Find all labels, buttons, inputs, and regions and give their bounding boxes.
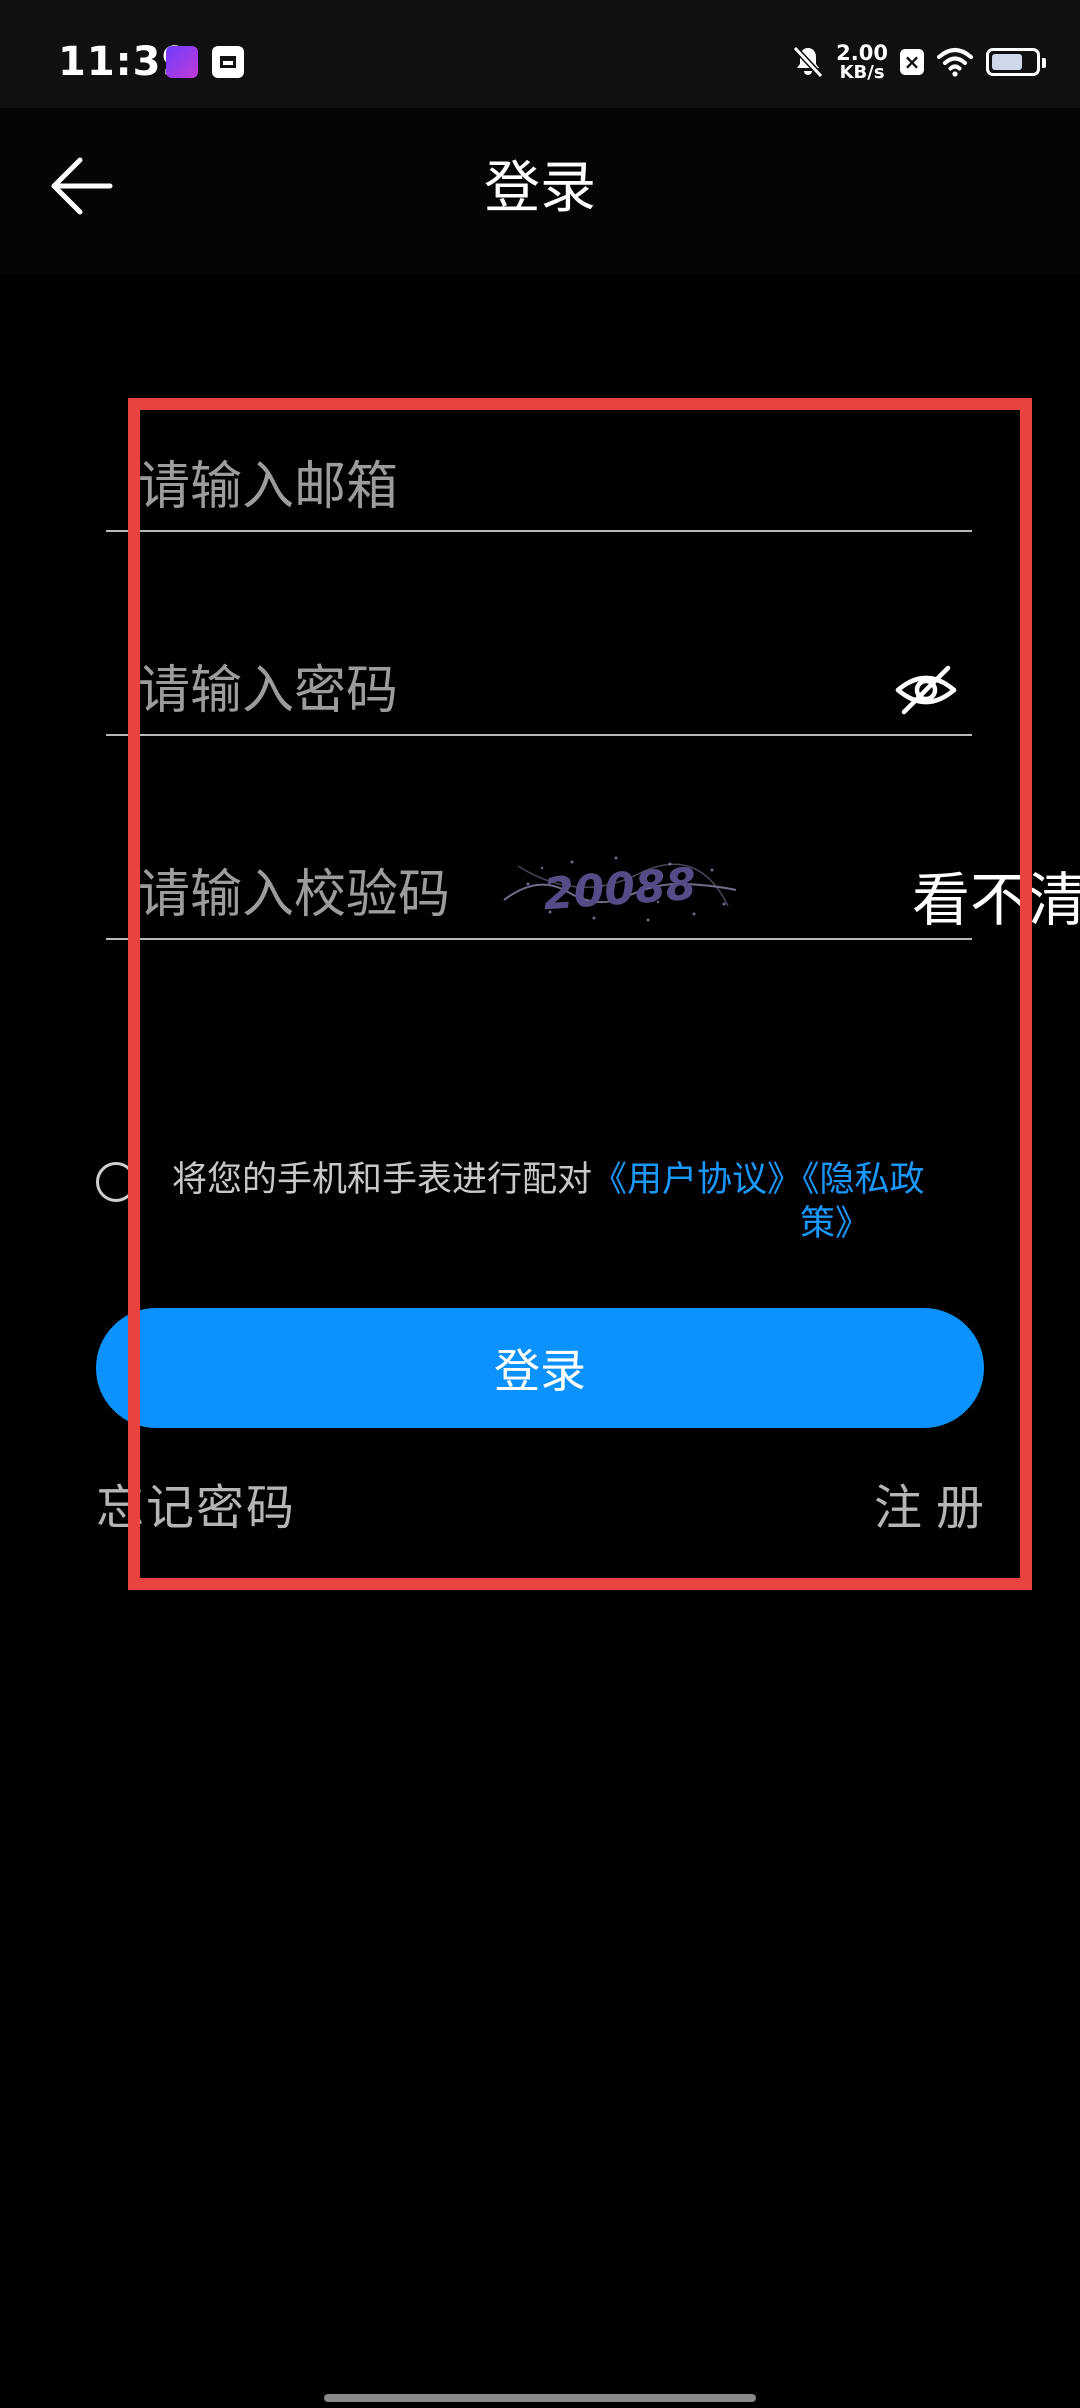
mute-bell-icon [792, 45, 824, 79]
eye-off-icon[interactable] [894, 662, 958, 718]
battery-level [992, 54, 1023, 70]
app-notification-icon [166, 46, 198, 78]
captcha-input[interactable] [138, 852, 498, 938]
agreement-checkbox[interactable] [96, 1162, 136, 1202]
battery-icon [986, 48, 1046, 76]
captcha-field-row: 20088 看不清 [106, 852, 1080, 940]
net-speed-value: 2.00 [836, 41, 888, 65]
privacy-policy-link[interactable]: 《隐私政 [802, 1160, 925, 1200]
password-field[interactable] [138, 648, 838, 734]
net-speed-unit: KB/s [839, 62, 885, 83]
page-title: 登录 [484, 156, 596, 221]
email-field-row [106, 444, 972, 532]
app-box-icon [212, 46, 244, 78]
net-speed: 2.00 KB/s [836, 42, 888, 82]
email-field[interactable] [138, 444, 938, 530]
home-indicator[interactable] [324, 2394, 756, 2402]
login-button[interactable]: 登录 [96, 1308, 984, 1428]
status-indicators: 2.00 KB/s × [792, 40, 1046, 84]
x-box-icon: × [900, 49, 924, 75]
agreement-text: 将您的手机和手表进行配对《用户协议》《隐私政 [172, 1158, 942, 1202]
captcha-code: 20088 [542, 859, 698, 921]
captcha-image[interactable]: 20088 [498, 844, 742, 932]
privacy-policy-link-cont[interactable]: 策》 [800, 1202, 870, 1246]
agreement-description: 将您的手机和手表进行配对 [172, 1160, 593, 1200]
password-field-row [106, 648, 972, 736]
user-agreement-link[interactable]: 《用户协议》 [592, 1160, 802, 1200]
forgot-password-link[interactable]: 忘记密码 [96, 1476, 296, 1540]
wifi-icon [937, 48, 973, 77]
refresh-captcha-button[interactable]: 看不清 [912, 852, 1080, 948]
header: 登录 [0, 108, 1080, 274]
status-bar: 11:39 2.00 KB/s × [0, 0, 1080, 108]
register-link[interactable]: 注册 [874, 1476, 998, 1540]
